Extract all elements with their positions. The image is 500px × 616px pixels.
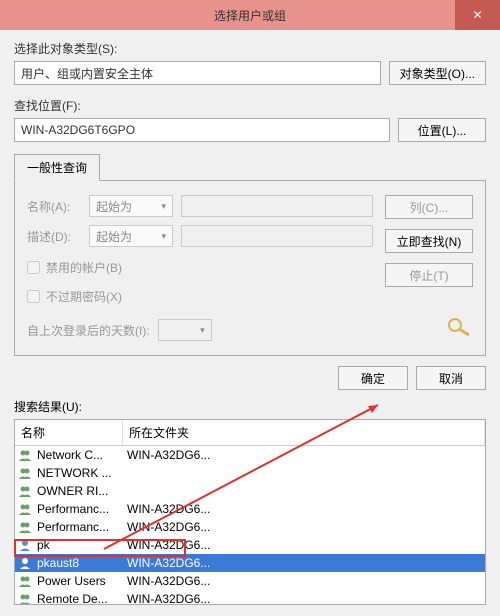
- object-types-button[interactable]: 对象类型(O)...: [389, 61, 486, 85]
- row-location: WIN-A32DG6...: [125, 502, 483, 516]
- name-input[interactable]: [181, 195, 373, 217]
- group-icon: [17, 483, 33, 499]
- name-label: 名称(A):: [27, 198, 81, 215]
- columns-button[interactable]: 列(C)...: [385, 195, 473, 219]
- group-icon: [17, 447, 33, 463]
- result-row[interactable]: NETWORK ...: [15, 464, 485, 482]
- cancel-button[interactable]: 取消: [416, 366, 486, 390]
- row-location: WIN-A32DG6...: [125, 448, 483, 462]
- list-body[interactable]: Network C...WIN-A32DG6...NETWORK ...OWNE…: [15, 446, 485, 605]
- results-list: 名称 所在文件夹 Network C...WIN-A32DG6...NETWOR…: [14, 419, 486, 605]
- disabled-accounts-check[interactable]: 禁用的帐户(B): [27, 259, 373, 276]
- close-button[interactable]: ✕: [455, 0, 500, 30]
- desc-input[interactable]: [181, 225, 373, 247]
- row-location: WIN-A32DG6...: [125, 538, 483, 552]
- result-row[interactable]: Network C...WIN-A32DG6...: [15, 446, 485, 464]
- row-name: NETWORK ...: [37, 466, 125, 480]
- row-name: Performanc...: [37, 520, 125, 534]
- locations-button[interactable]: 位置(L)...: [398, 118, 486, 142]
- ok-button[interactable]: 确定: [338, 366, 408, 390]
- row-name: Power Users: [37, 574, 125, 588]
- group-icon: [17, 573, 33, 589]
- user-icon: [17, 537, 33, 553]
- name-mode-combo[interactable]: 起始为▾: [89, 195, 173, 217]
- col-location[interactable]: 所在文件夹: [123, 420, 485, 445]
- dialog-content: 选择此对象类型(S): 用户、组或内置安全主体 对象类型(O)... 查找位置(…: [0, 30, 500, 615]
- row-name: Remote De...: [37, 592, 125, 605]
- desc-mode-combo[interactable]: 起始为▾: [89, 225, 173, 247]
- close-icon: ✕: [472, 8, 482, 22]
- chevron-down-icon: ▾: [161, 201, 166, 212]
- result-row[interactable]: OWNER RI...: [15, 482, 485, 500]
- result-row[interactable]: Remote De...WIN-A32DG6...: [15, 590, 485, 605]
- row-name: pkaust8: [37, 556, 125, 570]
- group-icon: [17, 465, 33, 481]
- stop-button[interactable]: 停止(T): [385, 263, 473, 287]
- result-row[interactable]: pkaust8WIN-A32DG6...: [15, 554, 485, 572]
- no-expire-check[interactable]: 不过期密码(X): [27, 288, 373, 305]
- row-location: WIN-A32DG6...: [125, 592, 483, 605]
- titlebar: 选择用户或组 ✕: [0, 0, 500, 30]
- days-combo[interactable]: ▾: [158, 319, 212, 341]
- window-title: 选择用户或组: [214, 7, 286, 24]
- group-icon: [17, 591, 33, 605]
- chevron-down-icon: ▾: [200, 325, 205, 336]
- days-label: 自上次登录后的天数(I):: [27, 322, 150, 339]
- tab-common-queries[interactable]: 一般性查询: [14, 154, 100, 181]
- query-panel: 名称(A): 起始为▾ 描述(D): 起始为▾ 禁用的帐户(B) 不过期密码(X…: [14, 181, 486, 356]
- disabled-accounts-checkbox[interactable]: [27, 261, 40, 274]
- list-header: 名称 所在文件夹: [15, 420, 485, 446]
- result-row[interactable]: Performanc...WIN-A32DG6...: [15, 500, 485, 518]
- row-name: OWNER RI...: [37, 484, 125, 498]
- tab-strip: 一般性查询: [14, 154, 486, 181]
- no-expire-checkbox[interactable]: [27, 290, 40, 303]
- row-location: WIN-A32DG6...: [125, 556, 483, 570]
- col-name[interactable]: 名称: [15, 420, 123, 445]
- result-row[interactable]: Performanc...WIN-A32DG6...: [15, 518, 485, 536]
- desc-label: 描述(D):: [27, 228, 81, 245]
- row-location: WIN-A32DG6...: [125, 520, 483, 534]
- object-type-field: 用户、组或内置安全主体: [14, 61, 381, 85]
- look-in-field: WIN-A32DG6T6GPO: [14, 118, 390, 142]
- row-name: Network C...: [37, 448, 125, 462]
- result-row[interactable]: Power UsersWIN-A32DG6...: [15, 572, 485, 590]
- find-now-button[interactable]: 立即查找(N): [385, 229, 473, 253]
- user-icon: [17, 555, 33, 571]
- group-icon: [17, 501, 33, 517]
- look-in-label: 查找位置(F):: [14, 97, 486, 114]
- group-icon: [17, 519, 33, 535]
- result-row[interactable]: pkWIN-A32DG6...: [15, 536, 485, 554]
- chevron-down-icon: ▾: [161, 231, 166, 242]
- search-magnifier-icon: [445, 317, 473, 337]
- results-label: 搜索结果(U):: [14, 398, 486, 415]
- object-type-label: 选择此对象类型(S):: [14, 40, 486, 57]
- row-name: Performanc...: [37, 502, 125, 516]
- row-name: pk: [37, 538, 125, 552]
- row-location: WIN-A32DG6...: [125, 574, 483, 588]
